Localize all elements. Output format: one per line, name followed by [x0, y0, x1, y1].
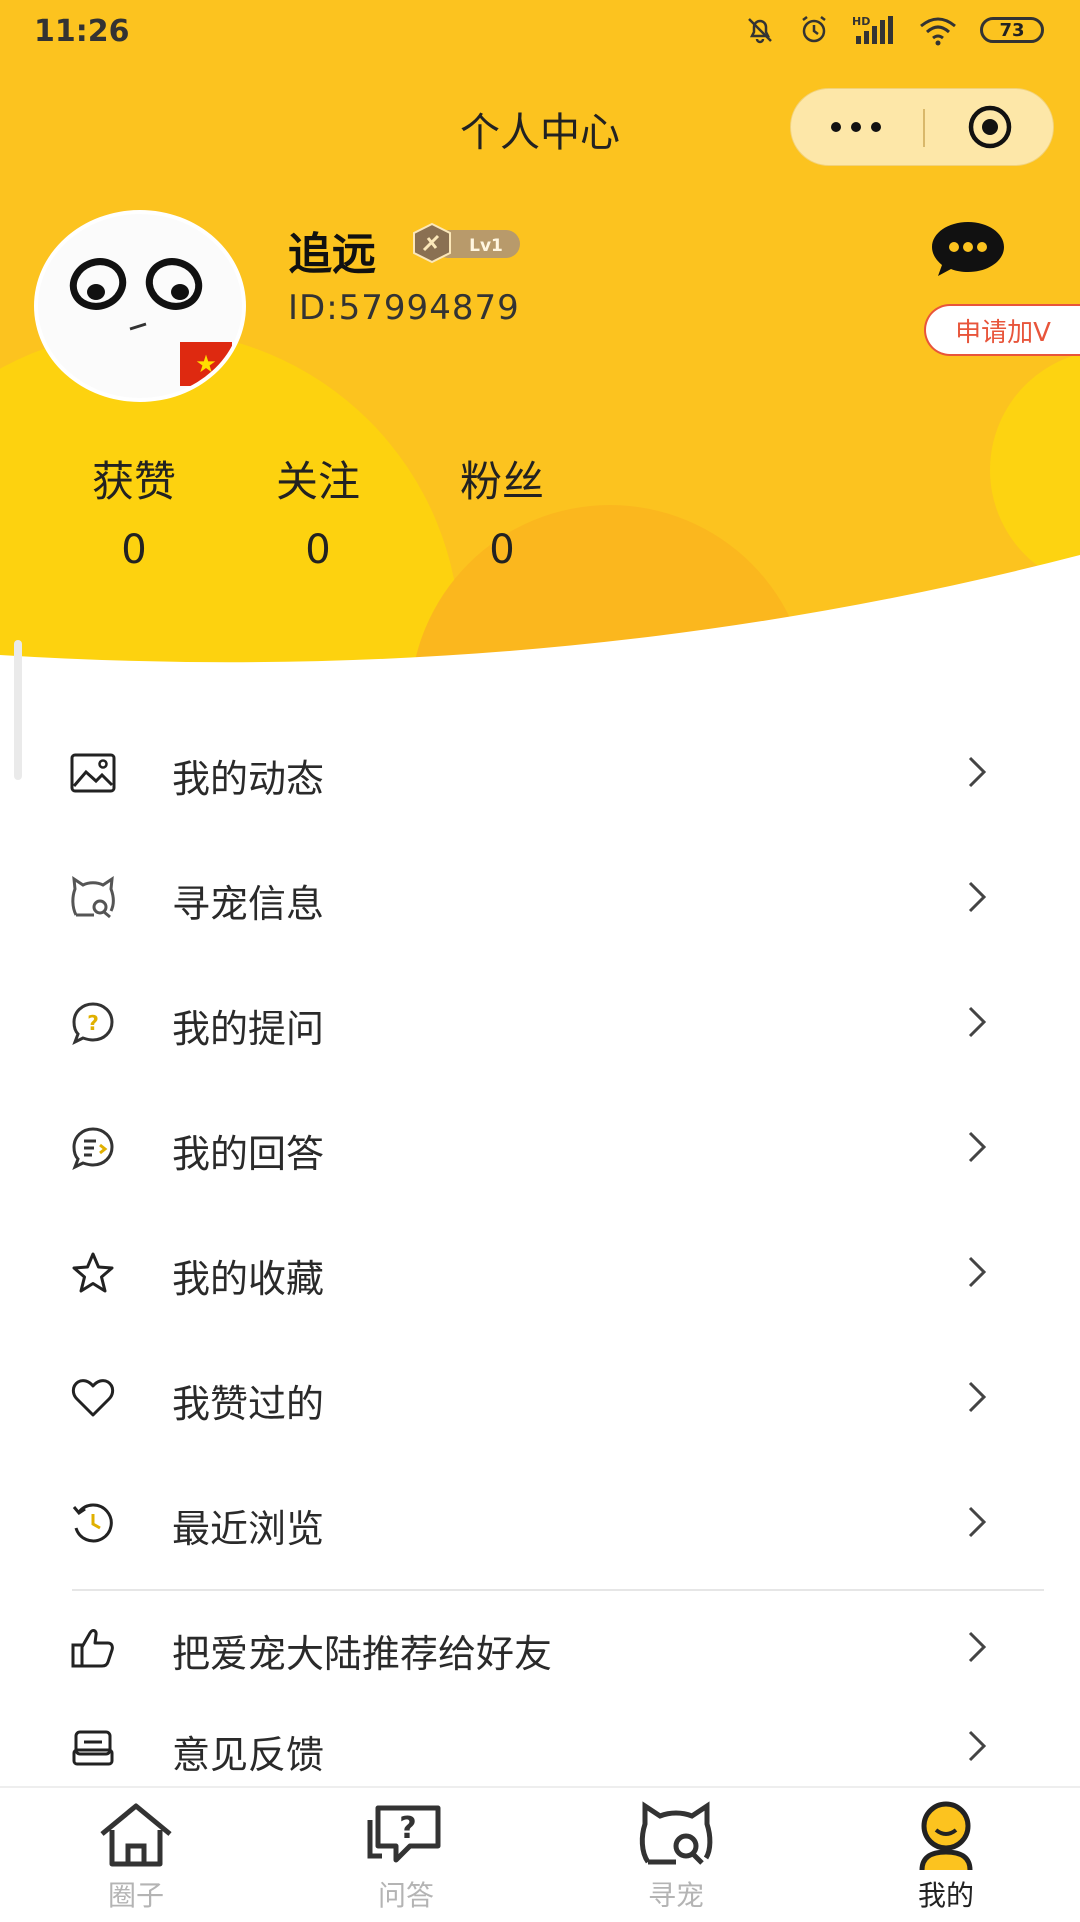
menu-item-label: 我的回答 [172, 1132, 325, 1176]
tab-pet-search[interactable]: 寻宠 [606, 1800, 746, 1914]
answer-bubble-icon [72, 1127, 114, 1171]
bottom-tab-bar: 圈子 ? 问答 寻宠 我的 [0, 1786, 1080, 1922]
menu-item-label: 我赞过的 [172, 1382, 325, 1426]
alarm-icon [802, 16, 826, 43]
stat-following[interactable]: 关注 0 [248, 448, 388, 573]
chevron-right-icon [968, 1131, 987, 1163]
dot-icon [831, 122, 841, 132]
question-chat-icon: ? [367, 1805, 441, 1863]
tab-circle[interactable]: 圈子 [66, 1800, 206, 1914]
tab-label: 圈子 [107, 1879, 164, 1912]
stat-likes[interactable]: 获赞 0 [64, 448, 204, 573]
svg-text:HD: HD [852, 15, 870, 28]
chevron-right-icon [968, 756, 987, 788]
capsule-divider [923, 109, 925, 147]
svg-text:?: ? [87, 1011, 99, 1035]
chevron-right-icon [968, 881, 987, 913]
chevron-right-icon [968, 1381, 987, 1413]
chevron-right-icon [968, 1730, 987, 1762]
heart-icon [71, 1379, 115, 1417]
tab-qa[interactable]: ? 问答 [336, 1800, 476, 1914]
stat-label: 关注 [275, 457, 360, 506]
level-badge: Lv1 [413, 222, 520, 264]
chevron-right-icon [968, 1256, 987, 1288]
thumbs-up-icon [71, 1629, 114, 1668]
menu-item-recommend[interactable]: 把爱宠大陆推荐给好友 [0, 1585, 1080, 1709]
menu-item-label: 我的动态 [172, 757, 325, 801]
menu-item-pet-search[interactable]: 寻宠信息 [0, 835, 1080, 959]
image-icon [70, 753, 116, 793]
tab-label: 我的 [917, 1879, 974, 1912]
menu-item-history[interactable]: 最近浏览 [0, 1460, 1080, 1584]
stat-fans[interactable]: 粉丝 0 [432, 448, 572, 573]
status-bar: 11:26 HD 73 [0, 0, 1080, 70]
chevron-right-icon [968, 1006, 987, 1038]
status-time: 11:26 [34, 14, 130, 49]
signal-icon: HD [852, 15, 893, 44]
menu-item-label: 意见反馈 [172, 1733, 325, 1777]
stat-value: 0 [489, 527, 515, 573]
status-icons: HD 73 [744, 14, 1044, 46]
stat-value: 0 [305, 527, 331, 573]
wifi-icon [920, 17, 956, 46]
battery-indicator: 73 [980, 17, 1044, 43]
menu-item-label: 寻宠信息 [172, 882, 325, 926]
flag-icon: ★ [180, 342, 232, 386]
menu-item-my-answers[interactable]: 我的回答 [0, 1085, 1080, 1209]
more-options-button[interactable] [791, 89, 921, 165]
dot-icon [871, 122, 881, 132]
star-icon [72, 1252, 114, 1293]
dot-icon [851, 122, 861, 132]
menu-item-liked[interactable]: 我赞过的 [0, 1335, 1080, 1459]
menu-item-my-questions[interactable]: ? 我的提问 [0, 960, 1080, 1084]
bell-muted-icon [748, 18, 772, 44]
cat-search-icon [639, 1801, 713, 1865]
tab-me[interactable]: 我的 [876, 1800, 1016, 1914]
chevron-right-icon [968, 1506, 987, 1538]
message-icon[interactable] [930, 218, 1006, 280]
menu-item-feedback[interactable]: 意见反馈 [0, 1698, 1080, 1786]
svg-text:?: ? [399, 1811, 416, 1846]
close-miniprogram-icon[interactable] [967, 104, 1013, 150]
menu-item-label: 我的收藏 [172, 1257, 325, 1301]
feedback-icon [72, 1730, 114, 1766]
tab-label: 寻宠 [647, 1879, 704, 1912]
apply-verify-button[interactable]: 申请加V [924, 304, 1080, 356]
menu-item-favorites[interactable]: 我的收藏 [0, 1210, 1080, 1334]
home-icon [100, 1803, 172, 1867]
stat-label: 粉丝 [459, 457, 544, 506]
chevron-right-icon [968, 1631, 987, 1663]
menu-item-label: 最近浏览 [172, 1507, 325, 1551]
stat-value: 0 [121, 527, 147, 573]
profile-icon [919, 1801, 973, 1870]
avatar[interactable]: ★ [34, 210, 246, 402]
username: 追远 [288, 229, 376, 280]
question-bubble-icon: ? [72, 1002, 114, 1046]
miniprogram-capsule [790, 88, 1054, 166]
menu-item-label: 我的提问 [172, 1007, 325, 1051]
level-text: Lv1 [469, 236, 503, 256]
cat-search-icon [71, 875, 115, 919]
menu-item-label: 把爱宠大陆推荐给好友 [172, 1632, 553, 1676]
stat-label: 获赞 [91, 457, 176, 506]
user-id: ID:57994879 [288, 288, 520, 328]
menu-item-my-posts[interactable]: 我的动态 [0, 710, 1080, 834]
tab-label: 问答 [377, 1879, 434, 1912]
history-icon [72, 1503, 113, 1543]
